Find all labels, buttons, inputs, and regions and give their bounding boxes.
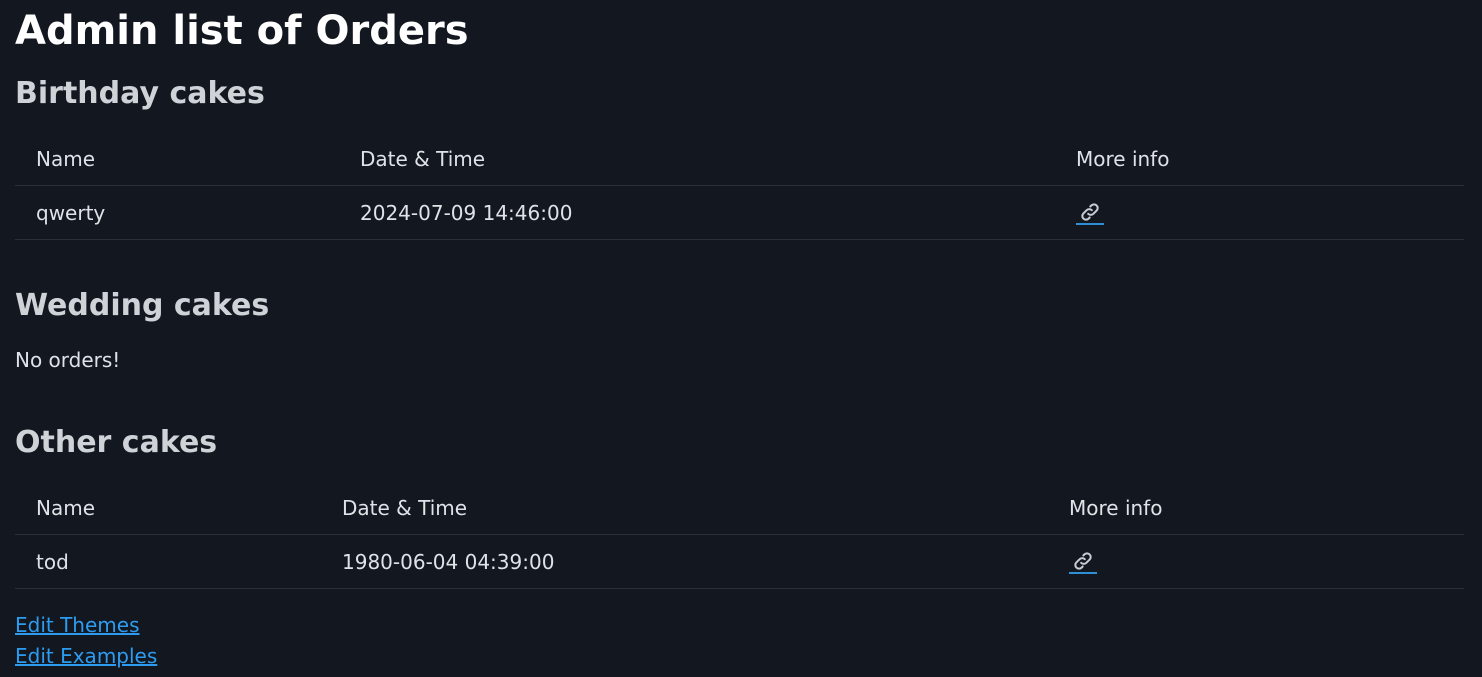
order-datetime: 1980-06-04 04:39:00	[321, 534, 1048, 589]
table-row: qwerty 2024-07-09 14:46:00	[15, 185, 1464, 240]
other-cakes-heading: Other cakes	[15, 425, 218, 460]
more-info-cell	[1055, 185, 1464, 240]
birthday-cakes-heading: Birthday cakes	[15, 76, 265, 111]
more-info-link[interactable]	[1069, 550, 1097, 574]
more-info-link[interactable]	[1076, 201, 1104, 225]
column-header-name: Name	[15, 132, 339, 186]
column-header-more-info: More info	[1048, 481, 1464, 535]
more-info-cell	[1048, 534, 1464, 589]
other-orders-table: Name Date & Time More info tod 1980-06-0…	[15, 481, 1464, 589]
column-header-datetime: Date & Time	[321, 481, 1048, 535]
page-title: Admin list of Orders	[15, 8, 469, 54]
order-name: tod	[15, 534, 321, 589]
column-header-more-info: More info	[1055, 132, 1464, 186]
table-header-row: Name Date & Time More info	[15, 481, 1464, 535]
birthday-orders-table: Name Date & Time More info qwerty 2024-0…	[15, 132, 1464, 240]
column-header-name: Name	[15, 481, 321, 535]
wedding-cakes-heading: Wedding cakes	[15, 288, 270, 323]
column-header-datetime: Date & Time	[339, 132, 1055, 186]
no-orders-message: No orders!	[15, 348, 121, 372]
order-datetime: 2024-07-09 14:46:00	[339, 185, 1055, 240]
edit-examples-link[interactable]: Edit Examples	[15, 644, 157, 668]
table-header-row: Name Date & Time More info	[15, 132, 1464, 186]
table-row: tod 1980-06-04 04:39:00	[15, 534, 1464, 589]
edit-themes-link[interactable]: Edit Themes	[15, 613, 140, 637]
order-name: qwerty	[15, 185, 339, 240]
